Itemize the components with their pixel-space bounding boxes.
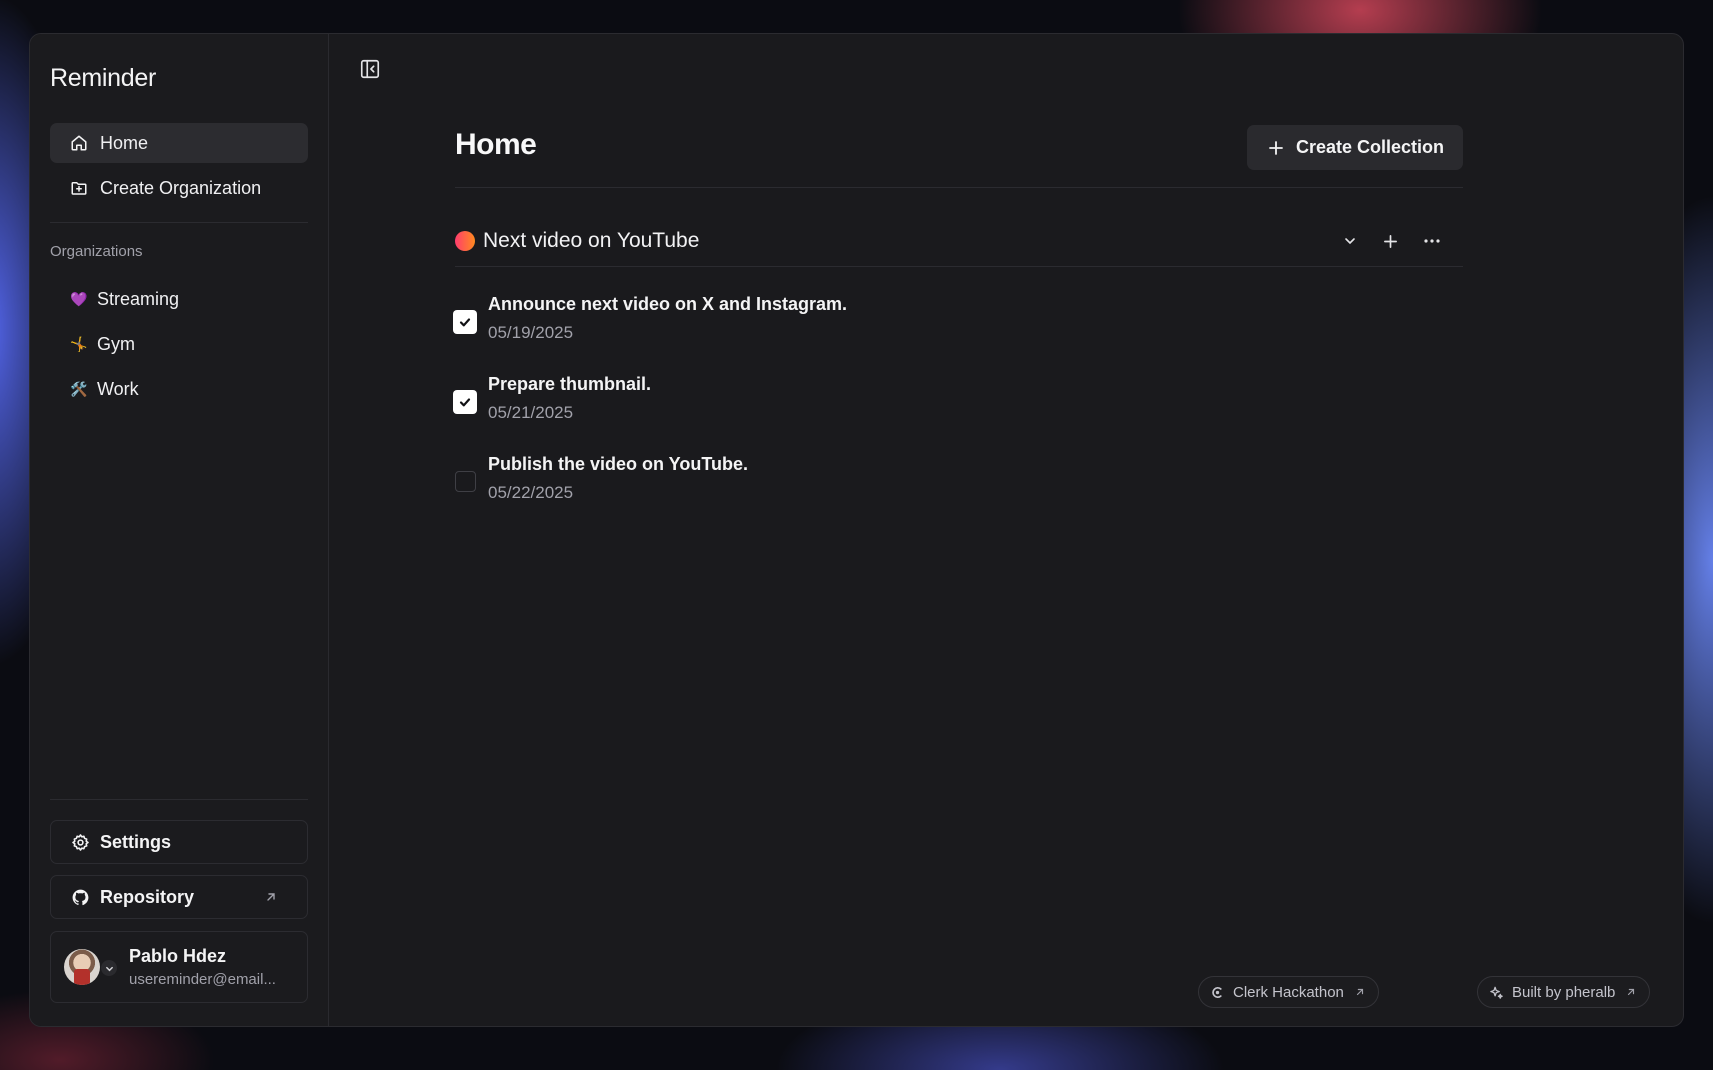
collapse-collection-button[interactable] <box>1340 231 1360 251</box>
clerk-hackathon-link[interactable]: Clerk Hackathon <box>1198 976 1379 1008</box>
header-divider <box>455 187 1463 188</box>
built-by-label: Built by pheralb <box>1512 983 1616 1001</box>
app-title: Reminder <box>50 64 156 92</box>
main-content: Home Create Collection Next video on You… <box>329 34 1683 1026</box>
create-collection-label: Create Collection <box>1296 137 1445 157</box>
sidebar-item-work[interactable]: 🛠️ Work <box>70 373 139 405</box>
sidebar-item-label: Create Organization <box>100 177 262 198</box>
sidebar-item-label: Gym <box>97 333 135 354</box>
sidebar-item-create-organization[interactable]: Create Organization <box>50 168 308 208</box>
organizations-heading: Organizations <box>50 243 143 260</box>
plus-icon <box>1269 140 1283 155</box>
sidebar: Reminder Home Create Organization Organi… <box>30 34 329 1026</box>
clerk-logo-icon <box>1212 986 1222 998</box>
task-title: Announce next video on X and Instagram. <box>488 294 848 314</box>
repository-button[interactable]: Repository <box>50 875 308 919</box>
task-date: 05/22/2025 <box>488 483 574 502</box>
purple-heart-icon: 💜 <box>70 290 88 307</box>
built-by-link[interactable]: Built by pheralb <box>1477 976 1651 1008</box>
task-item: Announce next video on X and Instagram. … <box>453 294 1053 354</box>
check-icon <box>459 398 471 407</box>
check-icon <box>459 318 471 327</box>
task-item: Publish the video on YouTube. 05/22/2025 <box>453 454 1053 514</box>
collection-options-button[interactable] <box>1422 231 1442 251</box>
external-link-icon <box>267 893 275 901</box>
external-link-icon <box>1628 988 1635 996</box>
chevron-down-icon <box>101 960 117 976</box>
github-icon <box>72 889 89 905</box>
sparkles-icon <box>1490 986 1503 999</box>
user-name: Pablo Hdez <box>129 946 227 966</box>
repository-label: Repository <box>100 886 195 907</box>
settings-label: Settings <box>100 831 172 852</box>
collection-title: Next video on YouTube <box>483 229 700 252</box>
create-collection-button[interactable]: Create Collection <box>1247 125 1463 170</box>
sidebar-item-streaming[interactable]: 💜 Streaming <box>70 283 179 315</box>
plus-icon <box>1383 234 1397 248</box>
cartwheel-icon: 🤸 <box>70 335 88 352</box>
task-checkbox[interactable] <box>453 310 477 334</box>
task-date: 05/21/2025 <box>488 403 574 422</box>
tools-icon: 🛠️ <box>70 380 88 397</box>
sidebar-item-label: Streaming <box>97 288 180 309</box>
page-title: Home <box>455 128 537 161</box>
sidebar-divider <box>50 222 308 223</box>
sidebar-item-home[interactable]: Home <box>50 123 308 163</box>
sidebar-item-label: Home <box>100 132 149 153</box>
task-title: Publish the video on YouTube. <box>488 454 749 474</box>
gear-icon <box>72 833 89 851</box>
more-horizontal-icon <box>1424 239 1440 243</box>
task-date: 05/19/2025 <box>488 323 574 342</box>
home-icon <box>71 135 87 151</box>
collection-divider <box>455 266 1463 267</box>
sidebar-item-label: Work <box>97 378 139 399</box>
task-checkbox[interactable] <box>455 471 476 492</box>
chevron-down-icon <box>1345 238 1355 245</box>
sidebar-item-gym[interactable]: 🤸 Gym <box>70 328 135 360</box>
collection-color-dot <box>455 231 475 251</box>
add-task-button[interactable] <box>1380 231 1400 251</box>
sidebar-divider <box>50 799 308 800</box>
settings-button[interactable]: Settings <box>50 820 308 864</box>
app-window: Reminder Home Create Organization Organi… <box>29 33 1684 1027</box>
task-item: Prepare thumbnail. 05/21/2025 <box>453 374 1053 434</box>
avatar <box>64 949 100 985</box>
user-menu[interactable]: Pablo Hdez usereminder@email... <box>50 931 308 1003</box>
task-title: Prepare thumbnail. <box>488 374 652 394</box>
external-link-icon <box>1356 988 1363 996</box>
folder-plus-icon <box>71 182 87 195</box>
sidebar-collapse-icon[interactable] <box>359 58 381 80</box>
task-checkbox[interactable] <box>453 390 477 414</box>
user-email: usereminder@email... <box>129 971 276 988</box>
clerk-hackathon-label: Clerk Hackathon <box>1233 983 1344 1001</box>
